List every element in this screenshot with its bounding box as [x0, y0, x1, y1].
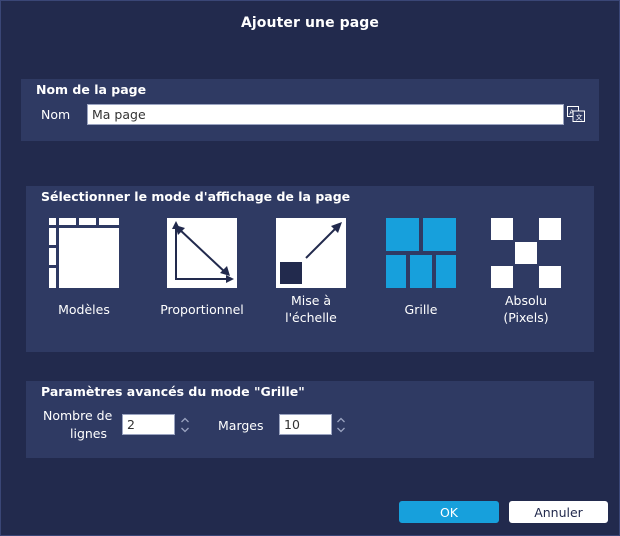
- rows-stepper[interactable]: [180, 416, 190, 434]
- page-name-input[interactable]: [87, 104, 564, 125]
- mode-scale-label-line2: l'échelle: [285, 310, 337, 325]
- rows-label-line1: Nombre de: [43, 408, 113, 423]
- dialog-title: Ajouter une page: [240, 15, 380, 31]
- mode-proportional-label: Proportionnel: [160, 302, 244, 317]
- absolute-icon: [491, 218, 561, 288]
- margins-input[interactable]: [279, 414, 332, 435]
- add-page-dialog: Ajouter une page Nom de la page Nom A 文 …: [0, 0, 620, 536]
- ok-button[interactable]: OK: [399, 501, 499, 523]
- mode-grid[interactable]: Grille: [376, 218, 466, 328]
- display-mode-section-title: Sélectionner le mode d'affichage de la p…: [41, 189, 351, 204]
- svg-text:文: 文: [576, 113, 583, 122]
- rows-input[interactable]: [122, 414, 175, 435]
- templates-icon: [49, 218, 119, 288]
- rows-label-line2: lignes: [70, 426, 108, 441]
- grid-settings-section-title: Paramètres avancés du mode "Grille": [41, 384, 305, 399]
- proportional-icon: [167, 218, 237, 288]
- mode-templates-label: Modèles: [58, 302, 110, 317]
- page-name-panel: Nom de la page Nom A 文: [21, 79, 599, 141]
- mode-scale-label-line1: Mise à: [290, 293, 332, 308]
- margins-stepper[interactable]: [336, 416, 346, 434]
- mode-proportional[interactable]: Proportionnel: [157, 218, 247, 328]
- grid-icon: [386, 218, 456, 288]
- grid-settings-panel: Paramètres avancés du mode "Grille" Nomb…: [26, 381, 594, 458]
- scale-icon: [276, 218, 346, 288]
- cancel-button[interactable]: Annuler: [509, 501, 608, 523]
- display-mode-panel: Sélectionner le mode d'affichage de la p…: [26, 186, 594, 352]
- svg-text:A: A: [569, 109, 574, 117]
- name-label: Nom: [41, 107, 71, 122]
- translate-icon[interactable]: A 文: [567, 106, 585, 122]
- mode-absolute[interactable]: Absolu (Pixels): [481, 218, 571, 328]
- mode-absolute-label-line2: (Pixels): [503, 310, 549, 325]
- mode-absolute-label-line1: Absolu: [504, 293, 548, 308]
- margins-label: Marges: [218, 418, 264, 433]
- page-name-section-title: Nom de la page: [36, 82, 147, 97]
- mode-scale[interactable]: Mise à l'échelle: [266, 218, 356, 328]
- mode-grid-label: Grille: [404, 302, 438, 317]
- mode-templates[interactable]: Modèles: [39, 218, 129, 328]
